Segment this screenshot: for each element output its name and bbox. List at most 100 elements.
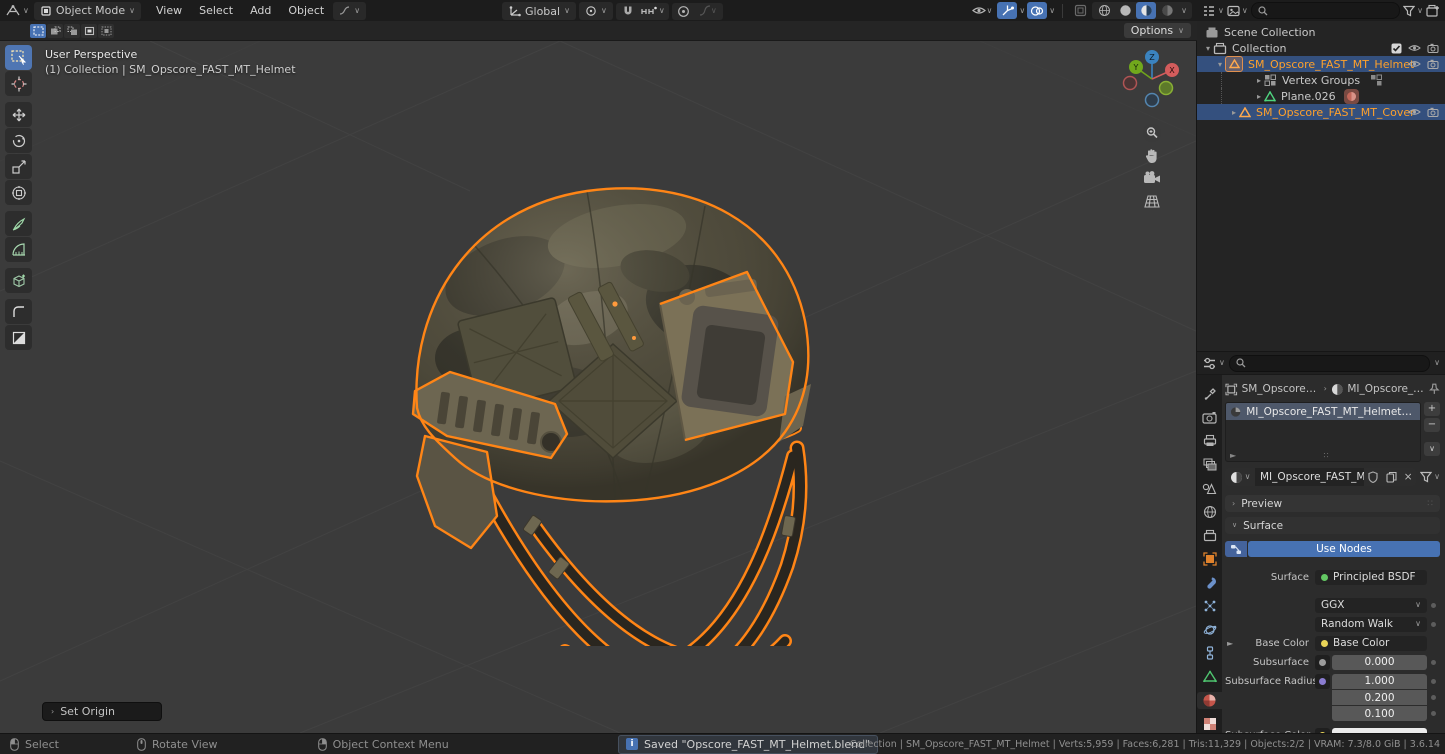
tab-collection[interactable] bbox=[1197, 527, 1222, 545]
tool-cursor[interactable] bbox=[5, 71, 32, 96]
panel-surface[interactable]: ∨ Surface bbox=[1225, 517, 1440, 534]
checkbox-icon[interactable] bbox=[1391, 43, 1402, 54]
editor-type-icon[interactable]: ∨ bbox=[5, 4, 29, 18]
visibility-dropdown[interactable]: ∨ bbox=[969, 2, 995, 19]
properties-search-input[interactable] bbox=[1229, 355, 1430, 372]
zoom-button[interactable] bbox=[1139, 121, 1165, 144]
material-slot-row[interactable]: MI_Opscore_FAST_MT_Helmet_FDE bbox=[1226, 403, 1420, 420]
mode-selector[interactable]: Object Mode ∨ bbox=[34, 2, 141, 20]
decorator-dot[interactable] bbox=[1431, 660, 1436, 665]
tool-corner-fill[interactable] bbox=[5, 325, 32, 350]
decorator-dot[interactable] bbox=[1431, 679, 1436, 684]
properties-options-dropdown[interactable]: ∨ bbox=[1434, 359, 1440, 367]
tab-modifiers[interactable] bbox=[1197, 574, 1222, 592]
select-intersect-button[interactable] bbox=[98, 24, 114, 38]
xray-toggle[interactable] bbox=[1070, 2, 1090, 19]
decorator-dot[interactable] bbox=[1431, 603, 1436, 608]
menu-object[interactable]: Object bbox=[280, 2, 332, 19]
outliner-row-vertex-groups[interactable]: ▸ Vertex Groups bbox=[1221, 72, 1445, 88]
select-extend-button[interactable] bbox=[47, 24, 63, 38]
subsurface-value-field[interactable]: 0.000 bbox=[1332, 655, 1427, 670]
outliner-search-input[interactable] bbox=[1251, 2, 1400, 19]
tab-output[interactable] bbox=[1197, 432, 1222, 450]
tab-particles[interactable] bbox=[1197, 597, 1222, 615]
disable-render-icon[interactable] bbox=[1427, 59, 1439, 69]
properties-editor-type[interactable]: ∨ bbox=[1202, 357, 1225, 370]
slot-specials-dropdown[interactable]: ∨ bbox=[1424, 442, 1440, 456]
tab-render[interactable] bbox=[1197, 409, 1222, 427]
disable-render-icon[interactable] bbox=[1427, 43, 1439, 53]
material-name-field[interactable]: MI_Opscore_FAST_MT_Hel... bbox=[1255, 468, 1364, 486]
material-link-dropdown[interactable]: ∨ bbox=[1420, 471, 1440, 483]
operator-panel-set-origin[interactable]: › Set Origin bbox=[42, 702, 162, 721]
tab-world[interactable] bbox=[1197, 503, 1222, 521]
expand-icon[interactable]: ► bbox=[1227, 639, 1233, 648]
material-slot-list[interactable]: MI_Opscore_FAST_MT_Helmet_FDE ► ∷ bbox=[1225, 402, 1421, 462]
overlays-dropdown[interactable]: ∨ bbox=[1049, 7, 1055, 15]
tab-scene[interactable] bbox=[1197, 479, 1222, 497]
pivot-point-dropdown[interactable]: ∨ bbox=[579, 2, 613, 20]
tool-annotate[interactable] bbox=[5, 211, 32, 236]
viewport-3d[interactable]: User Perspective (1) Collection | SM_Ops… bbox=[0, 41, 1197, 733]
select-invert-button[interactable] bbox=[81, 24, 97, 38]
tab-object[interactable] bbox=[1197, 550, 1222, 568]
proportional-editing-toggle[interactable] bbox=[674, 3, 694, 20]
disable-render-icon[interactable] bbox=[1427, 107, 1439, 117]
pin-icon[interactable] bbox=[1429, 383, 1440, 395]
menu-add[interactable]: Add bbox=[242, 2, 279, 19]
gizmos-toggle[interactable] bbox=[997, 2, 1017, 19]
subsurface-radius-z-field[interactable]: 0.100 bbox=[1332, 706, 1427, 721]
disclosure-closed-icon[interactable]: ▸ bbox=[1254, 92, 1264, 101]
menu-view[interactable]: View bbox=[148, 2, 190, 19]
subsurface-method-dropdown[interactable]: Random Walk ∨ bbox=[1315, 617, 1427, 632]
outliner-row-plane026[interactable]: ▸ Plane.026 bbox=[1221, 88, 1445, 104]
tab-object-data[interactable] bbox=[1197, 668, 1222, 686]
new-collection-button[interactable] bbox=[1426, 4, 1440, 17]
distribution-dropdown[interactable]: GGX ∨ bbox=[1315, 598, 1427, 613]
shading-material-button[interactable] bbox=[1136, 2, 1156, 19]
orientation-dropdown[interactable]: Global ∨ bbox=[502, 2, 576, 20]
saved-message[interactable]: i Saved "Opscore_FAST_MT_Helmet.blend" bbox=[618, 735, 878, 754]
menu-select[interactable]: Select bbox=[191, 2, 241, 19]
outliner-editor-type[interactable]: ∨ bbox=[1202, 5, 1224, 17]
remove-slot-button[interactable]: − bbox=[1424, 418, 1440, 432]
tab-constraints[interactable] bbox=[1197, 645, 1222, 663]
overlays-toggle[interactable] bbox=[1027, 2, 1047, 19]
tab-view-layer[interactable] bbox=[1197, 456, 1222, 474]
hide-viewport-icon[interactable] bbox=[1408, 59, 1421, 69]
outliner-filter-dropdown[interactable]: ∨ bbox=[1403, 5, 1423, 17]
perspective-toggle-button[interactable] bbox=[1139, 190, 1165, 213]
base-color-field[interactable]: Base Color bbox=[1315, 636, 1427, 651]
tab-material[interactable] bbox=[1197, 692, 1222, 710]
subsurface-radius-y-field[interactable]: 0.200 bbox=[1332, 690, 1427, 705]
decorator-dot[interactable] bbox=[1431, 695, 1436, 700]
tab-physics[interactable] bbox=[1197, 621, 1222, 639]
shading-solid-button[interactable] bbox=[1115, 2, 1135, 19]
disclosure-open-icon[interactable]: ▾ bbox=[1215, 60, 1225, 69]
fake-user-button[interactable] bbox=[1364, 468, 1382, 486]
panel-preview[interactable]: › Preview ∷ bbox=[1225, 495, 1440, 512]
camera-view-button[interactable] bbox=[1139, 167, 1165, 190]
shading-rendered-button[interactable] bbox=[1157, 2, 1177, 19]
hide-viewport-icon[interactable] bbox=[1408, 43, 1421, 53]
new-material-button[interactable] bbox=[1382, 468, 1400, 486]
shading-dropdown[interactable]: ∨ bbox=[1181, 7, 1187, 15]
disclosure-closed-icon[interactable]: ▸ bbox=[1254, 76, 1264, 85]
extra-tools-dropdown[interactable]: ∨ bbox=[333, 2, 366, 20]
tab-tool[interactable] bbox=[1197, 385, 1222, 403]
surface-shader-field[interactable]: Principled BSDF bbox=[1315, 570, 1427, 585]
tool-rotate[interactable] bbox=[5, 128, 32, 153]
browse-material-button[interactable]: ∨ bbox=[1225, 468, 1255, 486]
outliner-row-helmet[interactable]: ▾ SM_Opscore_FAST_MT_Helmet bbox=[1197, 56, 1445, 72]
outliner-row-collection[interactable]: ▾ Collection bbox=[1197, 40, 1445, 56]
use-nodes-button[interactable]: Use Nodes bbox=[1248, 541, 1440, 557]
disclosure-closed-icon[interactable]: ▸ bbox=[1229, 108, 1239, 117]
slot-grip-icon[interactable]: ∷ bbox=[1324, 451, 1329, 460]
disclosure-open-icon[interactable]: ▾ bbox=[1203, 44, 1213, 53]
select-subtract-button[interactable] bbox=[64, 24, 80, 38]
gizmos-dropdown[interactable]: ∨ bbox=[1019, 7, 1025, 15]
tool-scale[interactable] bbox=[5, 154, 32, 179]
decorator-dot[interactable] bbox=[1431, 711, 1436, 716]
outliner-display-mode[interactable]: ∨ bbox=[1227, 5, 1248, 17]
subsurface-socket[interactable] bbox=[1315, 655, 1330, 670]
